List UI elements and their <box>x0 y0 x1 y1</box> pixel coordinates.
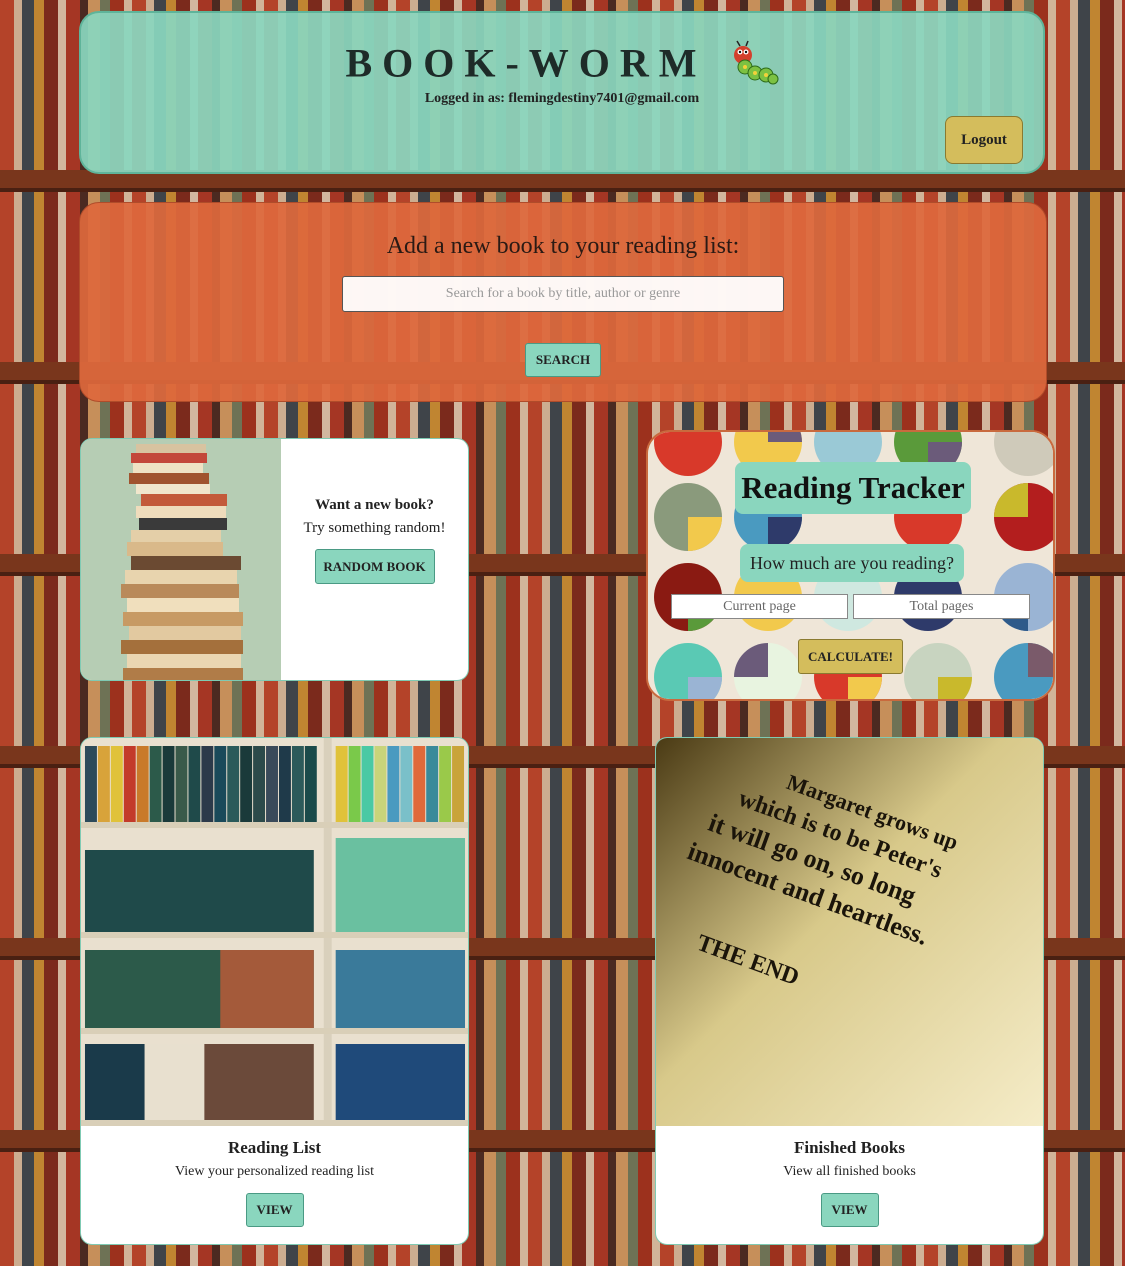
reading-tracker-panel: Reading Tracker How much are you reading… <box>646 430 1055 701</box>
view-reading-list-button[interactable]: VIEW <box>245 1193 304 1227</box>
book-stack-image <box>81 439 281 680</box>
book-search-input[interactable] <box>342 276 784 312</box>
reading-list-description: View your personalized reading list <box>175 1164 374 1179</box>
search-button[interactable]: SEARCH <box>525 343 601 377</box>
reading-list-title: Reading List <box>227 1138 322 1157</box>
caterpillar-icon <box>733 40 779 85</box>
finished-books-description: View all finished books <box>783 1164 916 1179</box>
random-book-title: Want a new book? <box>315 497 434 513</box>
reading-list-body: Reading List View your personalized read… <box>81 1138 468 1227</box>
total-pages-input[interactable] <box>853 594 1030 619</box>
view-finished-books-button[interactable]: VIEW <box>820 1193 879 1227</box>
add-book-heading: Add a new book to your reading list: <box>386 233 740 259</box>
random-book-text: Want a new book? Try something random! R… <box>281 497 468 584</box>
current-page-input[interactable] <box>671 594 848 619</box>
random-book-subtitle: Try something random! <box>303 520 446 536</box>
reading-tracker-question: How much are you reading? <box>740 544 964 582</box>
finished-books-card: Margaret grows up which is to be Peter's… <box>655 737 1044 1245</box>
random-book-card: Want a new book? Try something random! R… <box>80 438 469 681</box>
header-banner: BOOK-WORM Logged in as: flemingdestiny74… <box>79 11 1045 174</box>
finished-books-body: Finished Books View all finished books V… <box>656 1138 1043 1227</box>
bookcase-image <box>81 738 468 1126</box>
logout-button[interactable]: Logout <box>945 116 1023 164</box>
logged-in-status: Logged in as: flemingdestiny7401@gmail.c… <box>424 91 700 106</box>
reading-tracker-title: Reading Tracker <box>735 462 971 514</box>
calculate-button[interactable]: CALCULATE! <box>798 639 903 674</box>
finished-books-title: Finished Books <box>793 1138 905 1157</box>
add-book-panel: Add a new book to your reading list: SEA… <box>79 202 1047 402</box>
brand: BOOK-WORM <box>81 35 1043 87</box>
random-book-button[interactable]: RANDOM BOOK <box>314 549 435 584</box>
reading-list-card: Reading List View your personalized read… <box>80 737 469 1245</box>
app-title: BOOK-WORM <box>345 40 707 86</box>
the-end-book-image: Margaret grows up which is to be Peter's… <box>656 738 1043 1126</box>
